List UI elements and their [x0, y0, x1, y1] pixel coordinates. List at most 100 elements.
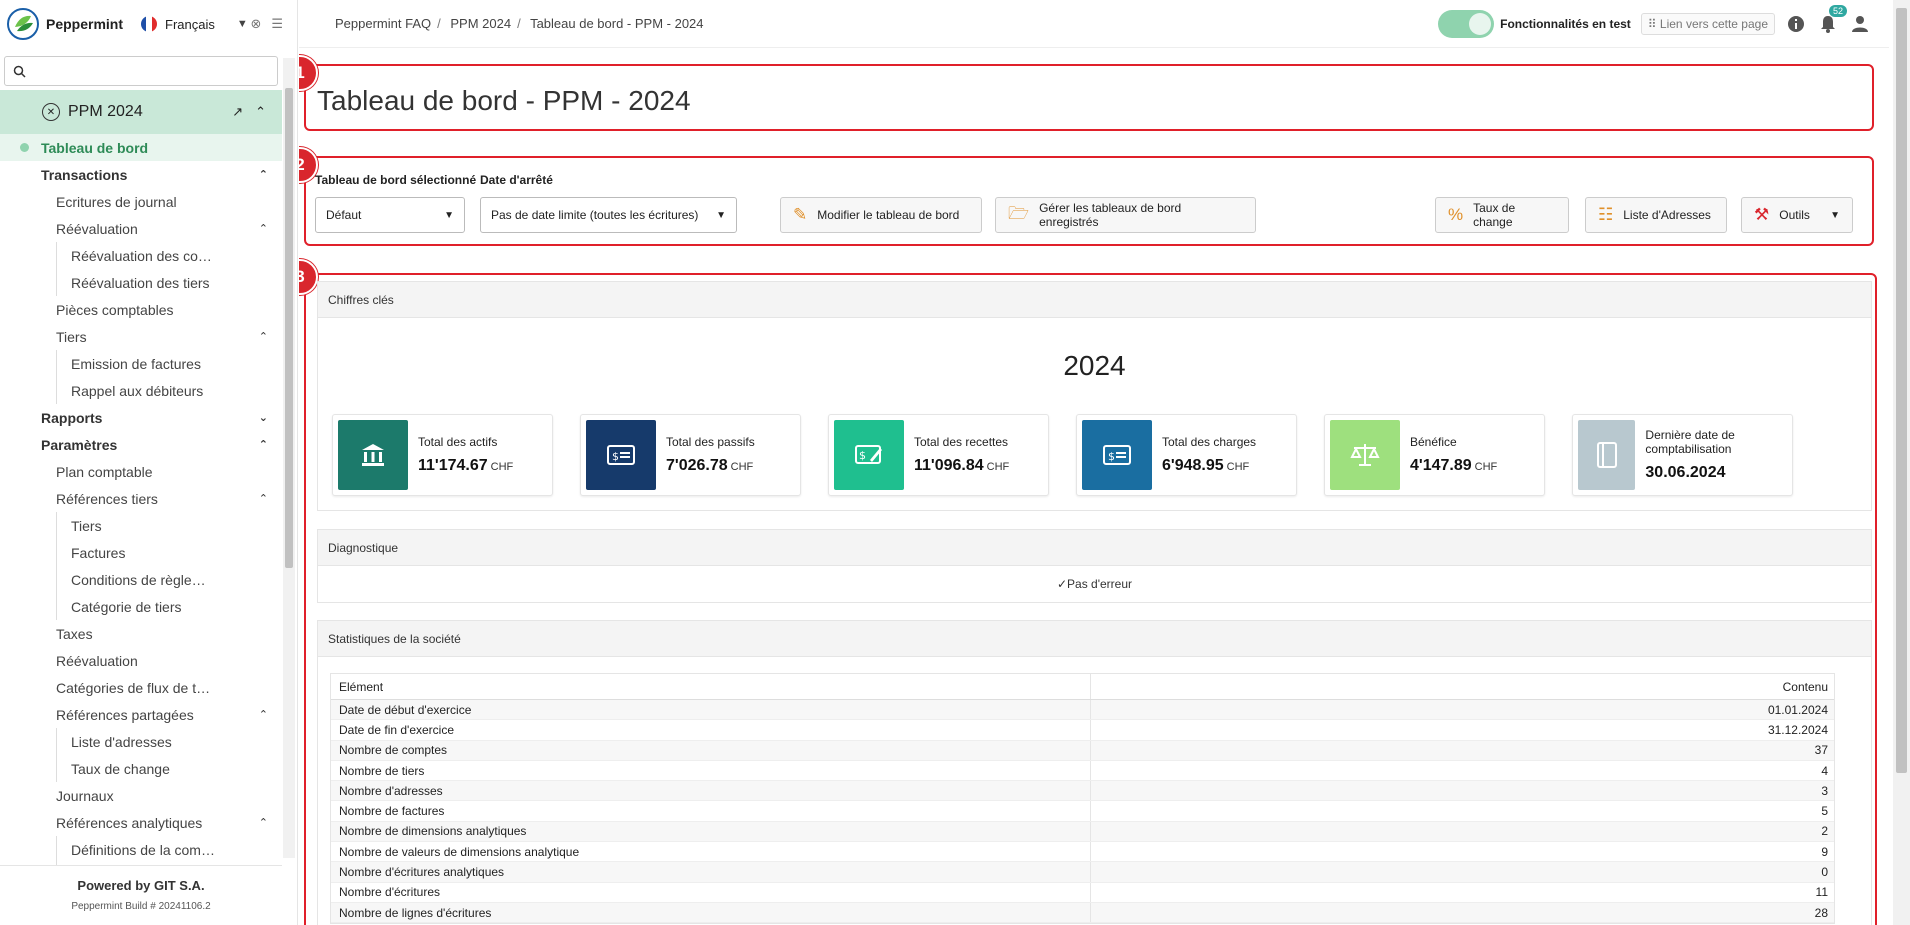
- chevron-up-icon[interactable]: ⌃: [259, 708, 268, 721]
- dashboard-select-value: Défaut: [326, 208, 362, 222]
- address-list-button[interactable]: ☷ Liste d'Adresses: [1585, 197, 1727, 233]
- address-book-icon: ☷: [1598, 205, 1614, 224]
- table-row[interactable]: Nombre d'écritures 11: [331, 882, 1834, 903]
- sidebar-item[interactable]: Paramètres ⌃: [0, 431, 282, 458]
- stats-table: Elément Contenu Date de début d'exercice…: [330, 673, 1835, 925]
- cell-content: 9: [1821, 844, 1828, 859]
- sidebar-item[interactable]: Rappel aux débiteurs: [56, 377, 282, 404]
- chevron-up-icon[interactable]: ⌃: [259, 438, 268, 451]
- chevron-up-icon[interactable]: ⌃: [255, 104, 266, 120]
- sidebar-item-label: Pièces comptables: [56, 301, 174, 318]
- table-header: Elément Contenu: [331, 674, 1834, 700]
- page-scrollbar[interactable]: [1893, 0, 1910, 925]
- menu-icon[interactable]: ☰: [271, 16, 283, 32]
- sidebar-item[interactable]: Catégories de flux de t…: [0, 674, 282, 701]
- sidebar-item[interactable]: Références analytiques ⌃: [0, 809, 282, 836]
- chevron-up-icon[interactable]: ⌃: [259, 168, 268, 181]
- table-row[interactable]: Nombre de valeurs de dimensions analytiq…: [331, 842, 1834, 863]
- sidebar-item[interactable]: Plan comptable: [0, 458, 282, 485]
- user-icon[interactable]: [1849, 13, 1871, 35]
- table-row[interactable]: Nombre de factures 5: [331, 801, 1834, 822]
- table-row[interactable]: Nombre d'adresses 3: [331, 781, 1834, 802]
- sidebar-item[interactable]: Références tiers ⌃: [0, 485, 282, 512]
- sidebar-item[interactable]: Taux de change: [56, 755, 282, 782]
- external-link-icon[interactable]: ↗: [232, 104, 243, 120]
- permalink-button[interactable]: ⠿ Lien vers cette page: [1640, 12, 1775, 35]
- diagnostic-panel: Diagnostique ✓ Pas d'erreur: [317, 529, 1872, 603]
- sidebar-item[interactable]: Pièces comptables: [0, 296, 282, 323]
- sidebar-item[interactable]: Ecritures de journal: [0, 188, 282, 215]
- sidebar-item[interactable]: Liste d'adresses: [56, 728, 282, 755]
- date-select[interactable]: Pas de date limite (toutes les écritures…: [480, 197, 737, 233]
- sidebar-item[interactable]: Tableau de bord: [0, 134, 282, 161]
- tools-button[interactable]: ⚒ Outils ▼: [1741, 197, 1853, 233]
- sidebar-item[interactable]: Factures: [56, 539, 282, 566]
- sidebar-item-label: Rapports: [41, 409, 103, 426]
- diagnostic-message: Pas d'erreur: [1067, 577, 1133, 591]
- search-input[interactable]: [32, 63, 277, 79]
- sidebar-item[interactable]: Références partagées ⌃: [0, 701, 282, 728]
- column-element[interactable]: Elément: [331, 674, 1091, 699]
- bill-edit-icon: $: [834, 420, 904, 490]
- info-icon[interactable]: [1785, 13, 1807, 35]
- close-project-icon[interactable]: ✕: [42, 103, 60, 121]
- search-icon: [13, 65, 26, 78]
- table-row[interactable]: Nombre de lignes d'écritures 28: [331, 902, 1834, 924]
- table-row[interactable]: Nombre de tiers 4: [331, 760, 1834, 782]
- kpi-amount: 11'096.84: [914, 457, 984, 474]
- sidebar-item-label: Paramètres: [41, 436, 118, 453]
- chevron-up-icon[interactable]: ⌃: [259, 330, 268, 343]
- chevron-down-icon[interactable]: ⌄: [259, 411, 268, 424]
- sidebar-item[interactable]: Journaux: [0, 782, 282, 809]
- sidebar-item[interactable]: Conditions de règle…: [56, 566, 282, 593]
- sidebar-item[interactable]: Réévaluation ⌃: [0, 215, 282, 242]
- sidebar-item[interactable]: Tiers ⌃: [0, 323, 282, 350]
- sidebar-item-label: Taux de change: [71, 760, 170, 777]
- sidebar-item[interactable]: Rapports ⌄: [0, 404, 282, 431]
- close-circle-icon[interactable]: ⊗: [250, 16, 261, 32]
- dashboard-select[interactable]: Défaut ▼: [315, 197, 465, 233]
- test-features-toggle[interactable]: [1438, 9, 1495, 38]
- sidebar-scrollbar[interactable]: [283, 58, 295, 858]
- table-row[interactable]: Date de début d'exercice 01.01.2024: [331, 700, 1834, 721]
- caret-down-icon[interactable]: ▼: [1830, 210, 1840, 221]
- language-selector[interactable]: Français ▼: [141, 16, 248, 32]
- exchange-rates-button[interactable]: % Taux de change: [1435, 197, 1569, 233]
- kpi-amount: 7'026.78: [666, 457, 728, 474]
- sidebar-item[interactable]: Définitions de la com…: [56, 836, 282, 863]
- manage-dashboards-button[interactable]: 🗁 Gérer les tableaux de bord enregistrés: [995, 197, 1256, 233]
- sidebar-item[interactable]: Taxes: [0, 620, 282, 647]
- table-row[interactable]: Nombre d'écritures analytiques 0: [331, 862, 1834, 883]
- main-content: 1 Tableau de bord - PPM - 2024 2 Tableau…: [299, 49, 1889, 925]
- cell-element: Nombre de valeurs de dimensions analytiq…: [331, 842, 1091, 862]
- edit-icon: ✎: [793, 205, 808, 224]
- sidebar-item[interactable]: Catégorie de tiers: [56, 593, 282, 620]
- sidebar-item[interactable]: Emission de factures: [56, 350, 282, 377]
- cell-content: 4: [1821, 763, 1828, 778]
- kpi-card: $ Total des passifs 7'026.78 CHF: [580, 414, 801, 496]
- sidebar-item-label: Réévaluation: [56, 652, 138, 669]
- chevron-up-icon[interactable]: ⌃: [259, 492, 268, 505]
- bell-icon[interactable]: 52: [1817, 4, 1847, 35]
- sidebar-item[interactable]: Tiers: [56, 512, 282, 539]
- sidebar-search[interactable]: [4, 56, 278, 86]
- sidebar-item[interactable]: Transactions ⌃: [0, 161, 282, 188]
- chevron-up-icon[interactable]: ⌃: [259, 816, 268, 829]
- project-item[interactable]: ✕ PPM 2024 ↗ ⌃: [0, 90, 282, 134]
- column-content[interactable]: Contenu: [1091, 680, 1834, 694]
- edit-dashboard-button[interactable]: ✎ Modifier le tableau de bord: [780, 197, 982, 233]
- table-row[interactable]: Nombre de comptes 37: [331, 740, 1834, 761]
- breadcrumb-item[interactable]: Peppermint FAQ: [335, 16, 431, 31]
- table-row[interactable]: Date de fin d'exercice 31.12.2024: [331, 720, 1834, 741]
- company-stats-panel: Statistiques de la société Elément Conte…: [317, 620, 1872, 925]
- sidebar-item[interactable]: Réévaluation: [0, 647, 282, 674]
- check-icon: ✓: [1056, 577, 1068, 591]
- breadcrumb-item[interactable]: PPM 2024: [450, 16, 511, 31]
- sidebar-item[interactable]: Réévaluation des co…: [56, 242, 282, 269]
- chevron-up-icon[interactable]: ⌃: [259, 222, 268, 235]
- cell-content: 5: [1821, 804, 1828, 819]
- peppermint-logo-icon[interactable]: [6, 7, 40, 41]
- manage-dashboards-label: Gérer les tableaux de bord enregistrés: [1039, 201, 1182, 229]
- sidebar-item[interactable]: Réévaluation des tiers: [56, 269, 282, 296]
- table-row[interactable]: Nombre de dimensions analytiques 2: [331, 821, 1834, 843]
